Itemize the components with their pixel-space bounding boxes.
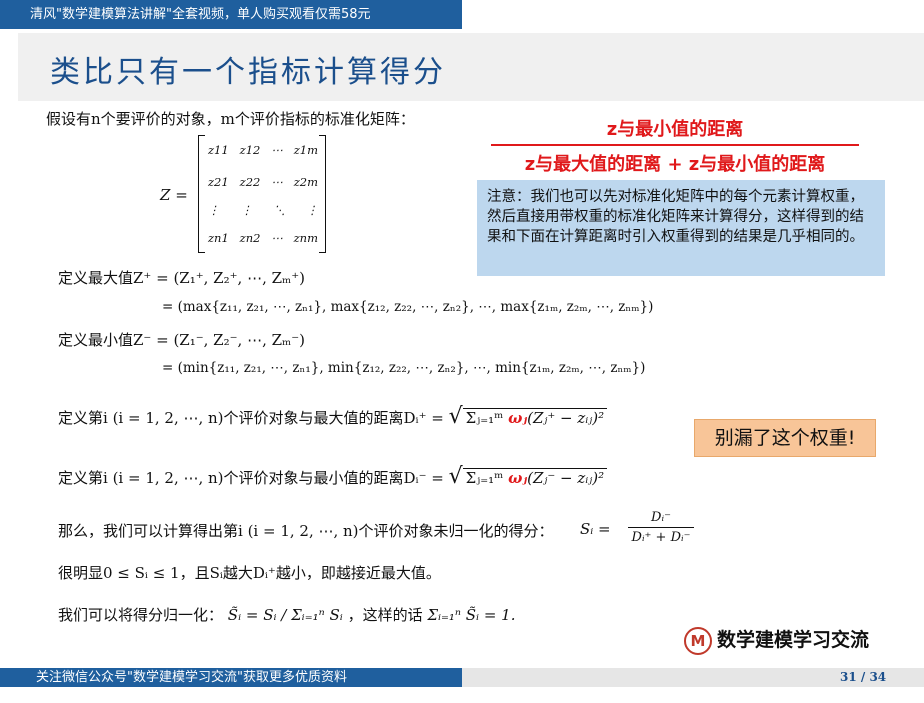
score-numerator: Dᵢ⁻ (651, 510, 671, 525)
normalize-line: 我们可以将得分归一化： S̃ᵢ = Sᵢ / Σᵢ₌₁ⁿ Sᵢ ，这样的话 Σᵢ… (58, 604, 515, 625)
distance-min-formula: 定义第i (i = 1, 2, ⋯, n)个评价对象与最小值的距离Dᵢ⁻ = √… (58, 464, 608, 489)
footer-promo: 关注微信公众号"数学建模学习交流"获取更多优质资料 (0, 668, 462, 687)
weight-symbol: ωⱼ (508, 409, 528, 427)
matrix-row: z11 z12 ⋯ z1m (208, 143, 318, 157)
matrix-cell: ⋱ (273, 203, 286, 217)
slide-title: 类比只有一个指标计算得分 (50, 55, 446, 90)
normalize-sum-formula: Σᵢ₌₁ⁿ S̃ᵢ = 1. (427, 606, 516, 624)
sqrt-sign: √ (448, 464, 463, 489)
matrix-cell: ⋯ (271, 231, 283, 245)
matrix-cell: ⋮ (306, 203, 318, 217)
score-text: 那么，我们可以计算得出第i (i = 1, 2, ⋯, n)个评价对象未归一化的… (58, 522, 554, 540)
matrix-cell: znm (293, 231, 318, 245)
sqrt-sign: √ (448, 404, 463, 429)
ratio-numerator: z与最小值的距离 (606, 119, 744, 140)
sqrt-body: Σⱼ₌₁ᵐ ωⱼ(Zⱼ⁻ − zᵢⱼ)² (462, 468, 608, 487)
matrix-cell: z1m (293, 143, 318, 157)
page-number: 31 / 34 (840, 670, 887, 684)
distance-term: (Zⱼ⁺ − zᵢⱼ)² (527, 409, 605, 427)
matrix-cell: z12 (239, 143, 261, 157)
matrix-right-bracket (319, 135, 326, 253)
matrix-cell: zn1 (208, 231, 229, 245)
note-box: 注意：我们也可以先对标准化矩阵中的每个元素计算权重，然后直接用带权重的标准化矩阵… (477, 180, 885, 276)
distance-ratio-formula: z与最小值的距离 z与最大值的距离 + z与最小值的距离 (485, 115, 865, 176)
matrix-cell: zn2 (239, 231, 261, 245)
distance-max-formula: 定义第i (i = 1, 2, ⋯, n)个评价对象与最大值的距离Dᵢ⁺ = √… (58, 404, 608, 429)
matrix-cell: ⋯ (271, 143, 283, 157)
fraction-line (628, 527, 694, 528)
score-fraction: Dᵢ⁻ Dᵢ⁺ + Dᵢ⁻ (628, 510, 694, 545)
ratio-denominator: z与最大值的距离 + z与最小值的距离 (524, 154, 826, 175)
weight-warning-box: 别漏了这个权重! (694, 419, 876, 457)
score-denominator: Dᵢ⁺ + Dᵢ⁻ (631, 530, 691, 545)
matrix-cell: z2m (293, 175, 318, 189)
top-banner: 清风"数学建模算法讲解"全套视频，单人购买观看仅需58元 (0, 0, 462, 29)
distance-max-label: 定义第i (i = 1, 2, ⋯, n)个评价对象与最大值的距离Dᵢ⁺ = (58, 409, 444, 427)
weight-symbol: ωⱼ (508, 469, 528, 487)
matrix-cell: ⋮ (208, 203, 220, 217)
def-max-line1: 定义最大值Z⁺ = (Z₁⁺, Z₂⁺, ⋯, Zₘ⁺) (58, 269, 306, 287)
def-min-line2: = (min{z₁₁, z₂₁, ⋯, zₙ₁}, min{z₁₂, z₂₂, … (162, 360, 646, 376)
sqrt-body: Σⱼ₌₁ᵐ ωⱼ(Zⱼ⁺ − zᵢⱼ)² (462, 408, 608, 427)
brand-logo: M 数学建模学习交流 (684, 625, 869, 655)
intro-text: 假设有n个要评价的对象，m个评价指标的标准化矩阵： (46, 110, 415, 128)
normalize-formula: S̃ᵢ = Sᵢ / Σᵢ₌₁ⁿ Sᵢ (227, 606, 343, 624)
matrix-left-bracket (198, 135, 205, 253)
matrix-label: Z = (160, 186, 188, 204)
matrix-row: ⋮ ⋮ ⋱ ⋮ (208, 203, 318, 217)
normalize-label: 我们可以将得分归一化： (58, 606, 224, 624)
standardized-matrix: z11 z12 ⋯ z1m z21 z22 ⋯ z2m ⋮ ⋮ ⋱ ⋮ zn1 … (198, 135, 326, 253)
score-lhs: Sᵢ = (580, 520, 611, 538)
matrix-row: z21 z22 ⋯ z2m (208, 175, 318, 189)
matrix-cell: ⋮ (240, 203, 253, 217)
sum-symbol: Σⱼ₌₁ᵐ (465, 409, 504, 427)
logo-text: 数学建模学习交流 (717, 629, 870, 651)
sum-symbol: Σⱼ₌₁ᵐ (465, 469, 504, 487)
distance-min-label: 定义第i (i = 1, 2, ⋯, n)个评价对象与最小值的距离Dᵢ⁻ = (58, 469, 444, 487)
normalize-mid-text: ，这样的话 (347, 606, 423, 624)
obvious-statement: 很明显0 ≤ Sᵢ ≤ 1，且Sᵢ越大Dᵢ⁺越小，即越接近最大值。 (58, 564, 441, 582)
logo-icon: M (684, 626, 712, 655)
matrix-cell: z22 (239, 175, 261, 189)
matrix-cell: ⋯ (271, 175, 283, 189)
matrix-row: zn1 zn2 ⋯ znm (208, 231, 318, 245)
matrix-cell: z11 (208, 143, 229, 157)
matrix-cell: z21 (208, 175, 229, 189)
def-max-line2: = (max{z₁₁, z₂₁, ⋯, zₙ₁}, max{z₁₂, z₂₂, … (162, 299, 654, 315)
def-min-line1: 定义最小值Z⁻ = (Z₁⁻, Z₂⁻, ⋯, Zₘ⁻) (58, 331, 306, 349)
distance-term: (Zⱼ⁻ − zᵢⱼ)² (527, 469, 605, 487)
